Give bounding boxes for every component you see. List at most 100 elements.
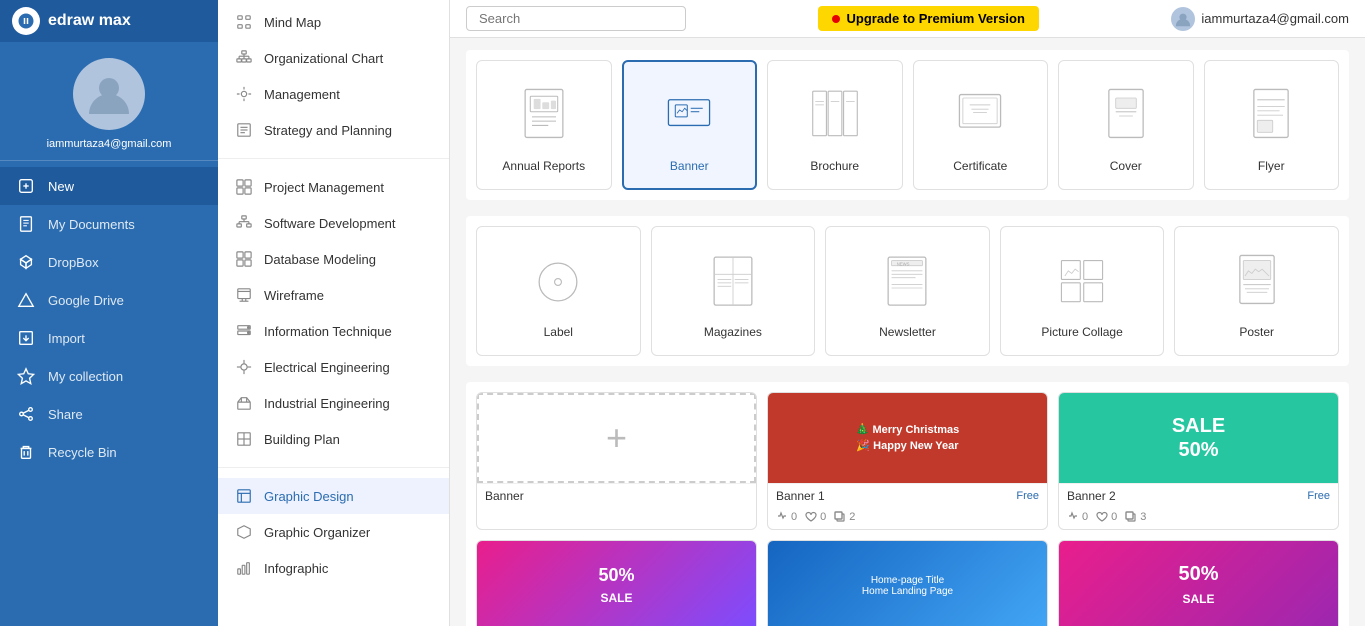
sidebar-item-my-documents[interactable]: My Documents (0, 205, 218, 243)
info-tech-icon (234, 321, 254, 341)
banner-3-card[interactable]: 50%SALE Banner3 VIP Free 0 (476, 540, 757, 626)
template-card-poster[interactable]: Poster (1174, 226, 1339, 356)
sidebar-item-google-drive[interactable]: Google Drive (0, 281, 218, 319)
user-info: iammurtaza4@gmail.com (1171, 7, 1349, 31)
user-avatar-small (1171, 7, 1195, 31)
content-area: Annual Reports Banner (450, 38, 1365, 626)
banner-1-thumb: 🎄 Merry Christmas🎉 Happy New Year (768, 393, 1047, 483)
banner4-bg: Home-page TitleHome Landing Page (768, 541, 1047, 626)
certificate-icon (945, 81, 1015, 151)
infographic-icon (234, 558, 254, 578)
middle-section-top: Mind Map Organizational Chart Management… (218, 0, 449, 152)
building-plan-icon (234, 429, 254, 449)
main-content: Upgrade to Premium Version iammurtaza4@g… (450, 0, 1365, 626)
newsletter-label: Newsletter (879, 325, 936, 339)
banner-1-footer: Banner 1 Free (768, 483, 1047, 508)
template-card-flyer[interactable]: Flyer (1204, 60, 1340, 190)
sidebar-item-new[interactable]: New (0, 167, 218, 205)
my-collection-icon (16, 366, 36, 386)
sidebar-item-import[interactable]: Import (0, 319, 218, 357)
middle-item-management-label: Management (264, 87, 340, 102)
middle-section-bottom: Graphic Design Graphic Organizer Infogra… (218, 474, 449, 590)
wireframe-icon (234, 285, 254, 305)
top-bar: Upgrade to Premium Version iammurtaza4@g… (450, 0, 1365, 38)
picture-collage-label: Picture Collage (1041, 325, 1122, 339)
banner-2-copies: 3 (1125, 511, 1146, 523)
middle-item-project-mgmt[interactable]: Project Management (218, 169, 449, 205)
xmas-banner-bg: 🎄 Merry Christmas🎉 Happy New Year (768, 393, 1047, 483)
banner5-text: 50%SALE (1178, 563, 1218, 609)
upgrade-button[interactable]: Upgrade to Premium Version (818, 6, 1038, 31)
middle-item-building-plan[interactable]: Building Plan (218, 421, 449, 457)
middle-item-project-mgmt-label: Project Management (264, 180, 384, 195)
banner-2-name: Banner 2 (1067, 489, 1116, 503)
sidebar-item-my-documents-label: My Documents (48, 217, 135, 232)
electrical-icon (234, 357, 254, 377)
middle-item-graphic-design[interactable]: Graphic Design (218, 478, 449, 514)
sidebar-navigation: New My Documents DropBox Google Drive Im… (0, 161, 218, 626)
teal-sale-bg: SALE50% (1059, 393, 1338, 483)
banner-4-card[interactable]: Home-page TitleHome Landing Page banner4… (767, 540, 1048, 626)
template-card-cover[interactable]: Cover (1058, 60, 1194, 190)
cover-label: Cover (1110, 159, 1142, 173)
middle-section-mid: Project Management Software Development … (218, 165, 449, 461)
middle-item-electrical[interactable]: Electrical Engineering (218, 349, 449, 385)
sidebar-item-import-label: Import (48, 331, 85, 346)
strategy-icon (234, 120, 254, 140)
middle-item-strategy[interactable]: Strategy and Planning (218, 112, 449, 148)
middle-item-management[interactable]: Management (218, 76, 449, 112)
management-icon (234, 84, 254, 104)
template-card-brochure[interactable]: Brochure (767, 60, 903, 190)
banner-2-card[interactable]: SALE50% Banner 2 Free 0 (1058, 392, 1339, 530)
template-card-annual-reports[interactable]: Annual Reports (476, 60, 612, 190)
sidebar-item-dropbox[interactable]: DropBox (0, 243, 218, 281)
template-card-banner[interactable]: Banner (622, 60, 758, 190)
middle-item-mind-map[interactable]: Mind Map (218, 4, 449, 40)
cover-icon (1091, 81, 1161, 151)
middle-item-info-tech-label: Information Technique (264, 324, 392, 339)
middle-item-infographic[interactable]: Infographic (218, 550, 449, 586)
search-input[interactable] (466, 6, 686, 31)
middle-item-wireframe[interactable]: Wireframe (218, 277, 449, 313)
sidebar-item-dropbox-label: DropBox (48, 255, 99, 270)
template-card-magazines[interactable]: Magazines (651, 226, 816, 356)
flyer-icon (1236, 81, 1306, 151)
middle-item-software-dev-label: Software Development (264, 216, 396, 231)
middle-item-graphic-organizer[interactable]: Graphic Organizer (218, 514, 449, 550)
template-card-picture-collage[interactable]: Picture Collage (1000, 226, 1165, 356)
app-name: edraw max (48, 12, 131, 30)
sidebar-item-share[interactable]: Share (0, 395, 218, 433)
template-grid-row1: Annual Reports Banner (466, 50, 1349, 200)
middle-item-wireframe-label: Wireframe (264, 288, 324, 303)
middle-item-software-dev[interactable]: Software Development (218, 205, 449, 241)
banner-1-stats: 0 0 2 (768, 508, 1047, 529)
middle-item-infographic-label: Infographic (264, 561, 328, 576)
flyer-label: Flyer (1258, 159, 1285, 173)
middle-item-industrial[interactable]: Industrial Engineering (218, 385, 449, 421)
middle-item-info-tech[interactable]: Information Technique (218, 313, 449, 349)
banner-new-card[interactable]: + Banner (476, 392, 757, 530)
banner-1-badge: Free (1016, 490, 1039, 502)
banner-5-card[interactable]: 50%SALE Banner 5 Free 0 (1058, 540, 1339, 626)
banner-1-card[interactable]: 🎄 Merry Christmas🎉 Happy New Year Banner… (767, 392, 1048, 530)
banner-1-likes: 0 (776, 511, 797, 523)
banner-section: + Banner 🎄 Merry Christmas🎉 Happy New Ye… (466, 382, 1349, 626)
banner-new-footer: Banner (477, 483, 756, 508)
db-modeling-icon (234, 249, 254, 269)
template-grid-row2: Label Magazines (466, 216, 1349, 366)
certificate-label: Certificate (953, 159, 1007, 173)
middle-item-db-modeling[interactable]: Database Modeling (218, 241, 449, 277)
banner-1-hearts: 0 (805, 511, 826, 523)
sidebar-item-my-collection[interactable]: My collection (0, 357, 218, 395)
banner-template-icon (654, 81, 724, 151)
brochure-label: Brochure (810, 159, 859, 173)
banner-grid: + Banner 🎄 Merry Christmas🎉 Happy New Ye… (476, 392, 1339, 626)
banner-2-thumb: SALE50% (1059, 393, 1338, 483)
sidebar-item-recycle-bin[interactable]: Recycle Bin (0, 433, 218, 471)
middle-item-org-chart[interactable]: Organizational Chart (218, 40, 449, 76)
template-card-label[interactable]: Label (476, 226, 641, 356)
avatar (73, 58, 145, 130)
annual-reports-icon (509, 81, 579, 151)
template-card-certificate[interactable]: Certificate (913, 60, 1049, 190)
template-card-newsletter[interactable]: NEWS Newsletter (825, 226, 990, 356)
